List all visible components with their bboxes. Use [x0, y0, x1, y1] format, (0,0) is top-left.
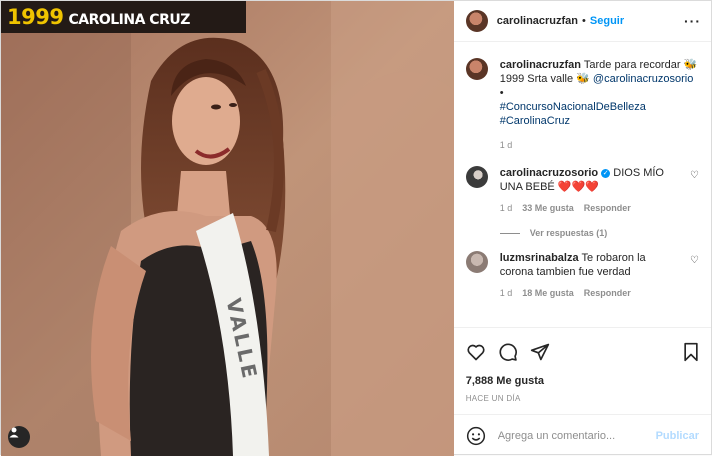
caption-mention[interactable]: @carolinacruzosorio	[593, 73, 693, 85]
caption-text: carolinacruzfan Tarde para recordar 🐝 19…	[500, 58, 699, 128]
comment-meta: 1 d 33 Me gusta Responder	[500, 203, 670, 213]
tagged-user-icon[interactable]	[8, 426, 30, 448]
post-photo[interactable]: 1999 CAROLINA CRUZ VALLE	[1, 1, 454, 456]
heart-emojis: ❤️❤️❤️	[557, 181, 599, 193]
reply-button[interactable]: Responder	[584, 203, 631, 213]
photo-year: 1999	[7, 5, 64, 29]
comment-likes[interactable]: 33 Me gusta	[522, 203, 574, 213]
post-sidebar: carolinacruzfan • Seguir ··· carolinacru…	[453, 1, 711, 456]
comment-time[interactable]: 1 d	[500, 203, 513, 213]
bookmark-icon[interactable]	[681, 342, 701, 362]
photo-illustration	[1, 1, 454, 456]
comment-text: luzmsrinabalza Te robaron la corona tamb…	[500, 251, 680, 279]
comment-meta: 1 d 18 Me gusta Responder	[500, 288, 680, 298]
comment-item: carolinacruzosorio ✓ DIOS MÍO UNA BEBÉ ❤…	[465, 166, 699, 213]
like-comment-icon[interactable]: ♡	[690, 170, 699, 181]
comment-likes[interactable]: 18 Me gusta	[522, 288, 574, 298]
view-replies-button[interactable]: Ver respuestas (1)	[499, 228, 699, 238]
caption: carolinacruzfan Tarde para recordar 🐝 19…	[465, 58, 699, 150]
comment-username[interactable]: carolinacruzosorio	[500, 167, 598, 179]
photo-name: CAROLINA CRUZ	[68, 12, 190, 28]
caption-time[interactable]: 1 d	[500, 140, 513, 150]
caption-bullet: •	[499, 87, 504, 99]
header-separator: •	[582, 15, 586, 27]
likes-count[interactable]: 7,888 Me gusta	[466, 375, 544, 387]
heart-icon[interactable]	[466, 342, 486, 362]
caption-avatar[interactable]	[465, 58, 488, 80]
hashtag-link[interactable]: #CarolinaCruz	[500, 115, 570, 127]
photo-title: 1999 CAROLINA CRUZ	[7, 5, 190, 29]
caption-username[interactable]: carolinacruzfan	[500, 59, 581, 71]
caption-meta: 1 d	[500, 140, 699, 150]
emoji-icon[interactable]	[466, 426, 486, 446]
like-comment-icon[interactable]: ♡	[690, 255, 699, 266]
header-username[interactable]: carolinacruzfan	[497, 15, 578, 27]
hashtag-link[interactable]: #ConcursoNacionalDeBelleza	[500, 101, 646, 113]
instagram-post: 1999 CAROLINA CRUZ VALLE carolinacruzfan …	[0, 0, 712, 456]
comment-text: carolinacruzosorio ✓ DIOS MÍO UNA BEBÉ ❤…	[500, 166, 670, 194]
view-replies-label: Ver respuestas (1)	[529, 228, 608, 238]
comment-icon[interactable]	[498, 342, 518, 362]
comment-time[interactable]: 1 d	[500, 288, 513, 298]
comment-username[interactable]: luzmsrinabalza	[500, 252, 579, 264]
follow-button[interactable]: Seguir	[590, 15, 624, 27]
reply-button[interactable]: Responder	[584, 288, 631, 298]
comment-avatar[interactable]	[465, 251, 488, 273]
comment-avatar[interactable]	[465, 166, 488, 188]
more-options-icon[interactable]: ···	[684, 13, 701, 29]
publish-button[interactable]: Publicar	[656, 430, 699, 442]
avatar[interactable]	[465, 10, 488, 32]
post-timestamp[interactable]: HACE UN DÍA	[466, 394, 521, 403]
action-bar	[453, 327, 711, 375]
share-icon[interactable]	[530, 342, 550, 362]
post-header: carolinacruzfan • Seguir ···	[453, 1, 711, 42]
comment-input[interactable]	[497, 429, 656, 442]
comment-composer: Publicar	[453, 414, 711, 456]
replies-divider	[499, 232, 520, 234]
verified-badge-icon: ✓	[601, 169, 611, 178]
comment-item: luzmsrinabalza Te robaron la corona tamb…	[465, 251, 699, 298]
